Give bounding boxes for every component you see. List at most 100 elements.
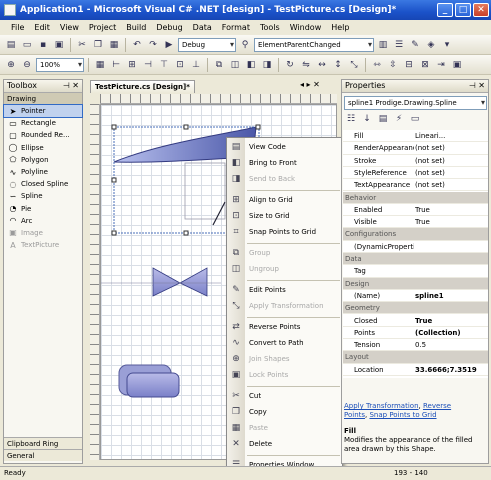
property-row[interactable]: Closed True	[343, 315, 488, 327]
doc-close-icon[interactable]: ◂ ▸ ✕	[300, 80, 320, 89]
property-value[interactable]: True	[415, 216, 485, 228]
context-menu-item[interactable]: ◫ Ungroup	[227, 262, 344, 276]
properties-icon[interactable]: ☰	[392, 38, 406, 52]
same-size-icon[interactable]: ⤡	[347, 58, 361, 72]
center-v-icon[interactable]: ⊠	[418, 58, 432, 72]
context-menu-item[interactable]: ✂ Cut	[227, 389, 344, 403]
context-menu-item[interactable]: ⤡ Apply Transformation	[227, 299, 344, 313]
property-row[interactable]: Tag	[343, 265, 488, 278]
toolbox-item[interactable]: ⬠ Polygon	[4, 154, 82, 166]
toolbox-tab-clipboard[interactable]: Clipboard Ring	[4, 437, 82, 449]
context-menu-item[interactable]: ▦ Paste	[227, 421, 344, 435]
menu-format[interactable]: Format	[217, 23, 255, 32]
snap-points-link[interactable]: Snap Points to Grid	[369, 411, 436, 419]
properties-object-combo[interactable]: spline1 Prodige.Drawing.Spline	[344, 96, 487, 110]
toolbox-icon[interactable]: ✎	[408, 38, 422, 52]
property-value[interactable]: Lineari...	[415, 130, 485, 142]
property-category[interactable]: Configurations	[343, 228, 488, 241]
redo-icon[interactable]: ↷	[146, 38, 160, 52]
title-bar[interactable]: Application1 - Microsoft Visual C# .NET …	[0, 0, 491, 20]
copy-icon[interactable]: ❐	[91, 38, 105, 52]
property-value[interactable]: (not set)	[415, 155, 485, 167]
document-tab[interactable]: TestPicture.cs [Design]*	[90, 80, 195, 93]
property-row[interactable]: RenderAppearance(not set)	[343, 142, 488, 155]
context-menu-item[interactable]: ◧ Bring to Front	[227, 156, 344, 170]
property-category[interactable]: Geometry	[343, 302, 488, 315]
align-left-icon[interactable]: ⊢	[109, 58, 123, 72]
categorized-icon[interactable]: ☷	[344, 112, 358, 126]
object-combo[interactable]: ElementParentChanged	[254, 37, 374, 52]
property-row[interactable]: Location 33.6666;7.3519	[343, 364, 488, 376]
reverse-link[interactable]: Reverse	[423, 402, 451, 410]
menu-data[interactable]: Data	[188, 23, 217, 32]
property-value[interactable]: spline1	[415, 290, 485, 302]
new-project-icon[interactable]: ▤	[4, 38, 18, 52]
toolbox-item[interactable]: A TextPicture	[4, 239, 82, 251]
align-right-icon[interactable]: ⊣	[141, 58, 155, 72]
class-view-icon[interactable]: ◈	[424, 38, 438, 52]
menu-project[interactable]: Project	[84, 23, 121, 32]
resize-handle[interactable]	[183, 124, 189, 130]
property-row[interactable]: (DynamicProperties)	[343, 241, 488, 253]
menu-debug[interactable]: Debug	[151, 23, 187, 32]
align-top-icon[interactable]: ⊤	[157, 58, 171, 72]
context-menu-item[interactable]: ❐ Copy	[227, 405, 344, 419]
context-menu-item[interactable]: ▣ Lock Points	[227, 368, 344, 382]
context-menu-item[interactable]: ⊕ Join Shapes	[227, 352, 344, 366]
bring-front-icon[interactable]: ◧	[244, 58, 258, 72]
paste-icon[interactable]: ▦	[107, 38, 121, 52]
zoom-combo[interactable]: 100%	[36, 57, 84, 72]
alphabetical-icon[interactable]: ↓	[360, 112, 374, 126]
resize-handle[interactable]	[111, 230, 117, 236]
same-width-icon[interactable]: ↔	[315, 58, 329, 72]
align-bottom-icon[interactable]: ⊥	[189, 58, 203, 72]
points-link[interactable]: Points	[344, 411, 365, 419]
events-icon[interactable]: ⚡	[392, 112, 406, 126]
property-row[interactable]: Points (Collection)	[343, 327, 488, 340]
tab-order-icon[interactable]: ⇥	[434, 58, 448, 72]
property-value[interactable]: True	[415, 315, 485, 327]
minimize-button[interactable]: _	[437, 3, 453, 17]
save-all-icon[interactable]: ▣	[52, 38, 66, 52]
close-icon[interactable]: ⊣ ✕	[63, 80, 79, 92]
property-value[interactable]: 33.6666;7.3519	[415, 364, 485, 376]
save-icon[interactable]: ▪	[36, 38, 50, 52]
property-row[interactable]: (Name) spline1	[343, 290, 488, 303]
context-menu-item[interactable]: ∿ Convert to Path	[227, 336, 344, 350]
start-icon[interactable]: ▶	[162, 38, 176, 52]
property-value[interactable]: True	[415, 204, 485, 216]
property-category[interactable]: Behavior	[343, 191, 488, 204]
ungroup-icon[interactable]: ◫	[228, 58, 242, 72]
resize-handle[interactable]	[255, 124, 261, 130]
send-back-icon[interactable]: ◨	[260, 58, 274, 72]
resize-handle[interactable]	[111, 177, 117, 183]
find-icon[interactable]: ⚲	[238, 38, 252, 52]
property-row[interactable]: Fill Lineari...	[343, 130, 488, 143]
close-button[interactable]: ✕	[473, 3, 489, 17]
context-menu-item[interactable]: ⇄ Reverse Points	[227, 320, 344, 334]
align-middle-icon[interactable]: ⊡	[173, 58, 187, 72]
menu-build[interactable]: Build	[121, 23, 151, 32]
resize-handle[interactable]	[111, 124, 117, 130]
solution-config-combo[interactable]: Debug	[178, 37, 236, 52]
open-icon[interactable]: ▭	[20, 38, 34, 52]
zoom-out-icon[interactable]: ⊖	[20, 58, 34, 72]
hspace-icon[interactable]: ⇿	[370, 58, 384, 72]
property-row[interactable]: Tension 0.5	[343, 339, 488, 352]
toolbox-tab-drawing[interactable]: Drawing	[4, 93, 82, 105]
property-category[interactable]: Data	[343, 253, 488, 266]
same-height-icon[interactable]: ↕	[331, 58, 345, 72]
property-row[interactable]: Visible True	[343, 216, 488, 229]
flip-icon[interactable]: ⇋	[299, 58, 313, 72]
menu-window[interactable]: Window	[285, 23, 327, 32]
properties-view-icon[interactable]: ▤	[376, 112, 390, 126]
lock-icon[interactable]: ▣	[450, 58, 464, 72]
options-icon[interactable]: ▾	[440, 38, 454, 52]
toolbox-item[interactable]: ▭ Rectangle	[4, 117, 82, 129]
property-value[interactable]: (not set)	[415, 142, 485, 154]
bowtie-shape[interactable]	[152, 267, 208, 297]
menu-view[interactable]: View	[55, 23, 84, 32]
group-icon[interactable]: ⧉	[212, 58, 226, 72]
context-menu-item[interactable]: ⧉ Group	[227, 246, 344, 260]
maximize-button[interactable]: □	[455, 3, 471, 17]
